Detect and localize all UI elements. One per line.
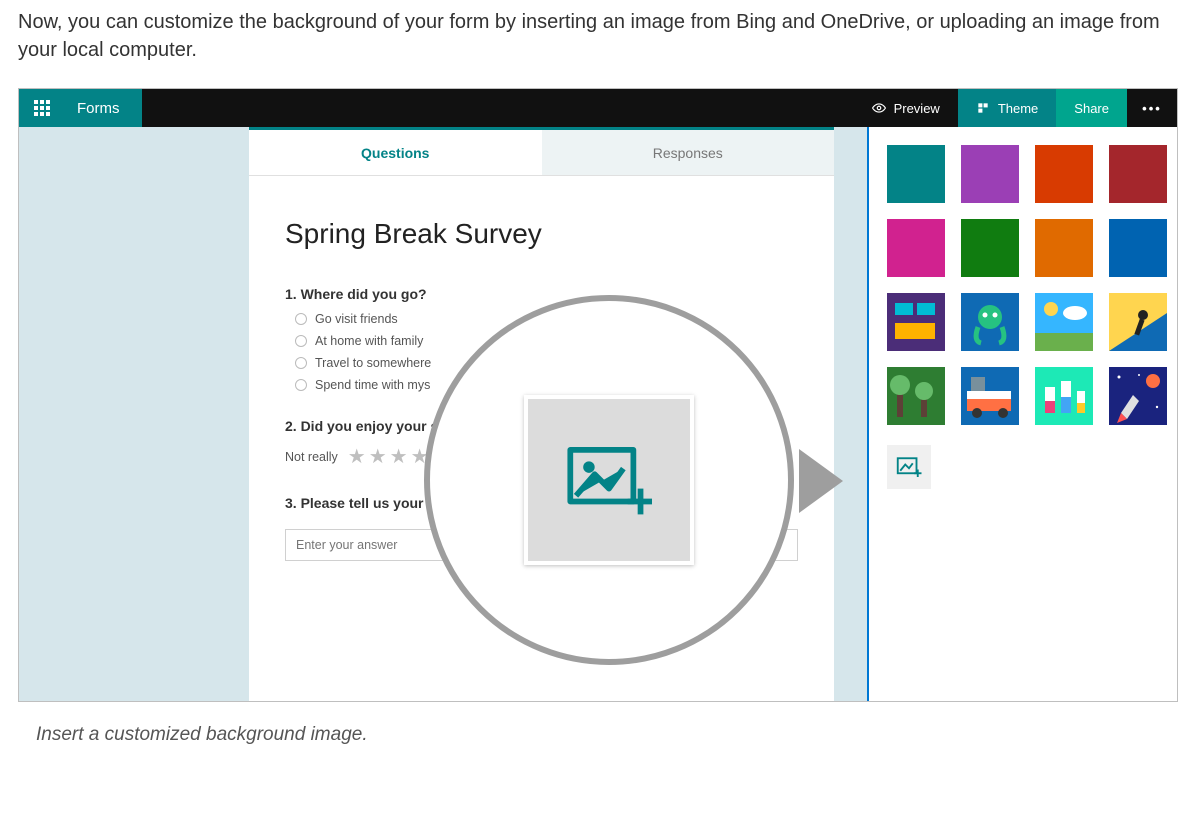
callout-upload-tile — [524, 395, 694, 565]
share-label: Share — [1074, 101, 1109, 116]
q1-opt0-text: Go visit friends — [315, 312, 398, 326]
app-brand[interactable]: Forms — [65, 89, 142, 127]
upload-image-swatch[interactable] — [887, 445, 931, 489]
swatch-image-landscape[interactable] — [1035, 293, 1093, 351]
swatch-image-park[interactable] — [887, 367, 945, 425]
swatch-image-beakers[interactable] — [1035, 367, 1093, 425]
image-add-icon — [896, 457, 922, 477]
swatch-image-van[interactable] — [961, 367, 1019, 425]
swatch-magenta[interactable] — [887, 219, 945, 277]
radio-icon — [295, 335, 307, 347]
q1-opt3-text: Spend time with mys — [315, 378, 430, 392]
figure-caption: Insert a customized background image. — [36, 724, 1182, 746]
q1-label: 1. Where did you go? — [285, 286, 798, 302]
image-add-large-icon — [566, 445, 652, 515]
topbar-spacer — [142, 89, 854, 127]
theme-label: Theme — [998, 101, 1038, 116]
workspace: Questions Responses Spring Break Survey … — [19, 127, 1177, 701]
form-tabs: Questions Responses — [249, 130, 834, 176]
radio-icon — [295, 379, 307, 391]
preview-button[interactable]: Preview — [854, 89, 958, 127]
eye-icon — [872, 101, 886, 115]
swatch-image-arcade[interactable] — [887, 293, 945, 351]
swatch-blue[interactable] — [1109, 219, 1167, 277]
callout-circle — [424, 295, 794, 665]
rating-left-label: Not really — [285, 450, 338, 464]
palette-icon — [976, 101, 990, 115]
app-launcher-button[interactable] — [19, 89, 65, 127]
callout-arrow-icon — [799, 449, 843, 513]
swatch-orange[interactable] — [1035, 145, 1093, 203]
more-button[interactable]: ••• — [1127, 89, 1177, 127]
q1-opt2-text: Travel to somewhere — [315, 356, 431, 370]
swatch-grid — [887, 145, 1159, 425]
swatch-green[interactable] — [961, 219, 1019, 277]
swatch-amber[interactable] — [1035, 219, 1093, 277]
swatch-purple[interactable] — [961, 145, 1019, 203]
intro-paragraph: Now, you can customize the background of… — [0, 0, 1200, 70]
app-screenshot: Forms Preview Theme Share ••• Questions … — [18, 88, 1178, 702]
form-title: Spring Break Survey — [285, 218, 798, 250]
top-bar: Forms Preview Theme Share ••• — [19, 89, 1177, 127]
mid-gap — [834, 127, 867, 701]
waffle-icon — [34, 100, 50, 116]
theme-panel — [867, 127, 1177, 701]
swatch-image-octopus[interactable] — [961, 293, 1019, 351]
theme-button[interactable]: Theme — [958, 89, 1056, 127]
tab-responses[interactable]: Responses — [542, 130, 835, 175]
radio-icon — [295, 357, 307, 369]
swatch-image-space[interactable] — [1109, 367, 1167, 425]
q1-opt1-text: At home with family — [315, 334, 423, 348]
swatch-maroon[interactable] — [1109, 145, 1167, 203]
tab-questions[interactable]: Questions — [249, 130, 542, 175]
radio-icon — [295, 313, 307, 325]
swatch-image-ski[interactable] — [1109, 293, 1167, 351]
left-background — [19, 127, 249, 701]
share-button[interactable]: Share — [1056, 89, 1127, 127]
preview-label: Preview — [894, 101, 940, 116]
swatch-teal[interactable] — [887, 145, 945, 203]
